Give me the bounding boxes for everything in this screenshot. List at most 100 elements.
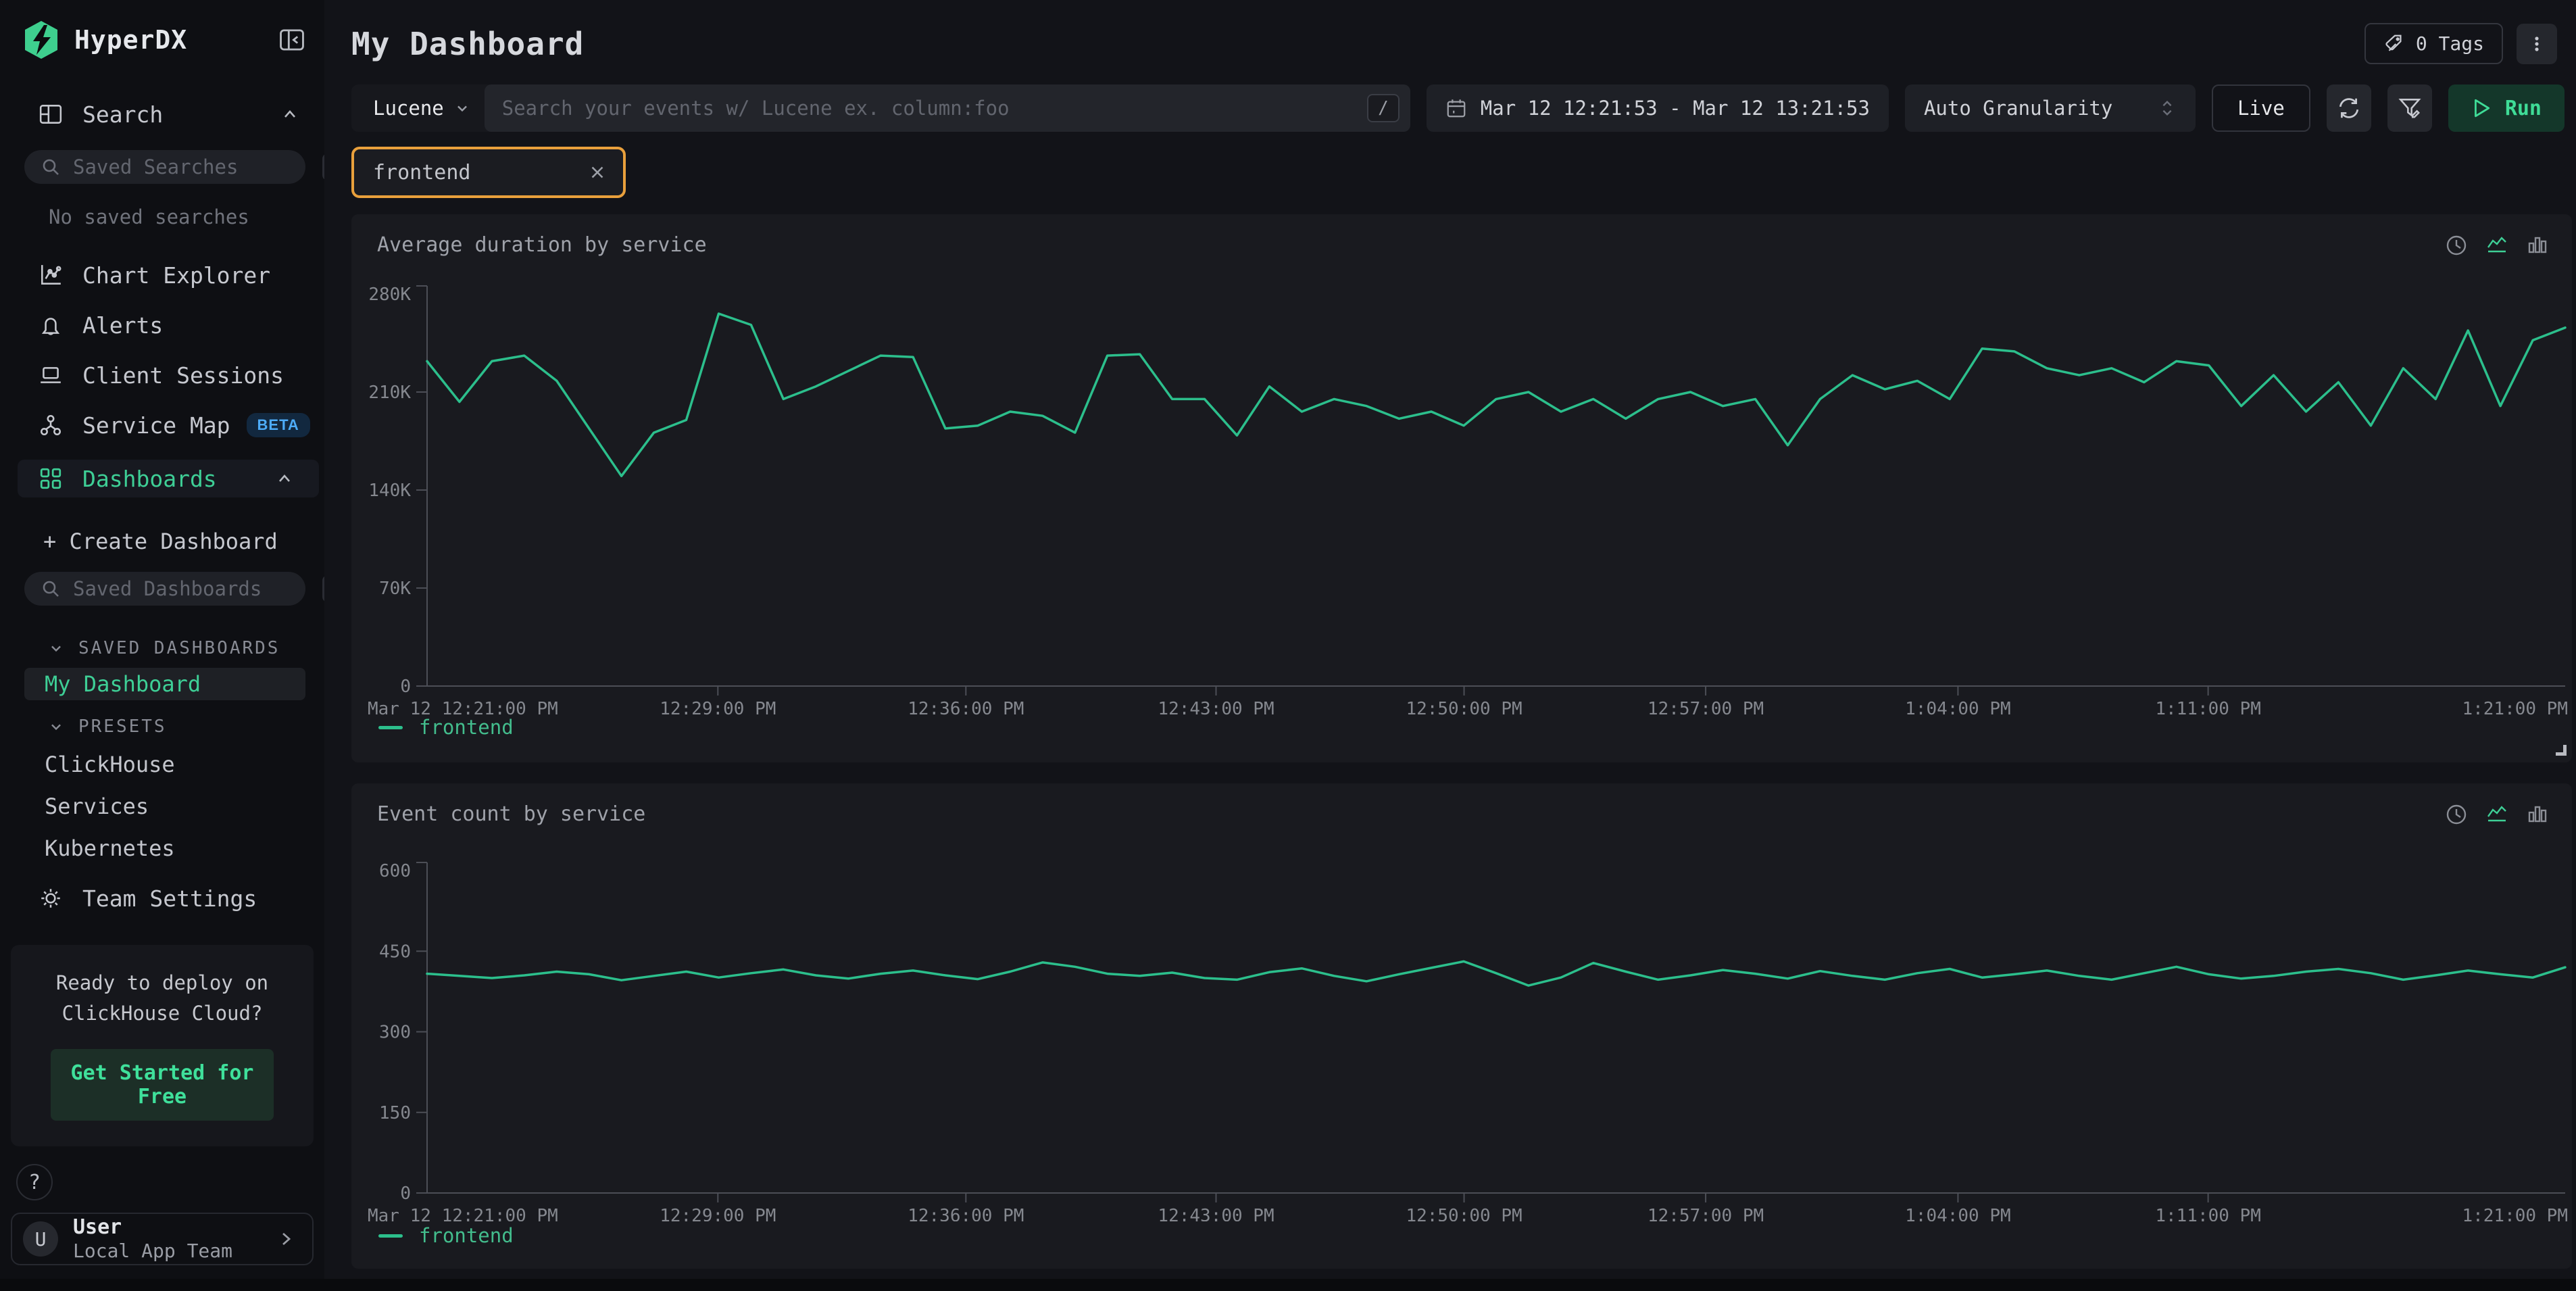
sidebar-item-team-settings[interactable]: Team Settings <box>0 881 324 915</box>
granularity-select[interactable]: Auto Granularity <box>1905 84 2196 132</box>
chart-explorer-icon <box>38 263 64 287</box>
svg-text:12:43:00 PM: 12:43:00 PM <box>1158 1206 1274 1221</box>
clock-icon[interactable] <box>2445 234 2468 257</box>
laptop-icon <box>38 363 64 387</box>
no-saved-searches-text: No saved searches <box>0 205 324 228</box>
user-name: User <box>73 1215 232 1240</box>
dashboards-grid-icon <box>38 466 64 491</box>
search-inner: / <box>485 84 1410 132</box>
page-title: My Dashboard <box>351 26 584 62</box>
svg-text:280K: 280K <box>368 285 411 305</box>
svg-text:12:50:00 PM: 12:50:00 PM <box>1406 1206 1522 1221</box>
svg-text:12:50:00 PM: 12:50:00 PM <box>1406 699 1522 718</box>
clock-icon[interactable] <box>2445 803 2468 826</box>
time-range-value: Mar 12 12:21:53 - Mar 12 13:21:53 <box>1481 97 1870 120</box>
chart-title: Event count by service <box>377 802 645 826</box>
sidebar-item-label: Client Sessions <box>82 362 284 389</box>
legend-item-frontend[interactable]: frontend <box>378 716 514 739</box>
kebab-menu-icon <box>2527 34 2547 54</box>
search-section-icon <box>38 102 64 126</box>
svg-text:1:11:00 PM: 1:11:00 PM <box>2155 699 2261 718</box>
search-input[interactable] <box>502 97 1367 120</box>
svg-text:1:21:00 PM: 1:21:00 PM <box>2462 699 2568 718</box>
get-started-button[interactable]: Get Started for Free <box>51 1049 274 1121</box>
avatar: U <box>23 1221 58 1257</box>
close-icon[interactable] <box>587 162 608 183</box>
chevron-down-icon <box>453 99 471 117</box>
search-combo: Lucene / <box>351 84 1410 132</box>
saved-dashboards-input[interactable] <box>73 577 322 600</box>
filter-button[interactable] <box>2387 84 2432 132</box>
saved-searches-search[interactable]: ⌘ K <box>24 150 305 184</box>
live-button[interactable]: Live <box>2212 84 2310 132</box>
sidebar-item-label: Chart Explorer <box>82 262 270 289</box>
tags-button[interactable]: 0 Tags <box>2364 23 2503 64</box>
sidebar-item-service-map[interactable]: Service Map BETA <box>0 408 324 442</box>
clickhouse-cloud-promo: Ready to deploy on ClickHouse Cloud? Get… <box>11 945 314 1146</box>
sidebar-item-my-dashboard[interactable]: My Dashboard <box>24 668 305 700</box>
sidebar-item-search[interactable]: Search <box>0 97 324 131</box>
resize-handle[interactable] <box>2556 745 2567 756</box>
gear-icon <box>38 886 64 910</box>
language-select[interactable]: Lucene <box>351 97 485 120</box>
page-header: My Dashboard 0 Tags <box>324 0 2576 64</box>
chart-card-duration: Average duration by service 280K210K140K… <box>351 214 2572 762</box>
chevron-up-icon[interactable] <box>274 468 295 489</box>
search-icon <box>41 157 61 177</box>
section-saved-dashboards[interactable]: SAVED DASHBOARDS <box>0 638 324 658</box>
help-button[interactable]: ? <box>16 1164 53 1200</box>
more-options-button[interactable] <box>2517 24 2557 64</box>
sidebar-item-label: Alerts <box>82 312 163 339</box>
svg-text:12:36:00 PM: 12:36:00 PM <box>908 699 1024 718</box>
legend-swatch <box>378 726 403 729</box>
svg-text:1:11:00 PM: 1:11:00 PM <box>2155 1206 2261 1221</box>
collapse-sidebar-icon[interactable] <box>278 26 305 53</box>
active-filters: frontend <box>351 147 2576 198</box>
svg-text:12:29:00 PM: 12:29:00 PM <box>660 1206 776 1221</box>
section-presets[interactable]: PRESETS <box>0 716 324 737</box>
svg-text:12:36:00 PM: 12:36:00 PM <box>908 1206 1024 1221</box>
sidebar-item-clickhouse[interactable]: ClickHouse <box>0 752 324 777</box>
section-label: PRESETS <box>78 716 167 737</box>
chevrons-updown-icon <box>2158 99 2177 118</box>
filter-edit-icon <box>2398 96 2422 120</box>
time-range-picker[interactable]: Mar 12 12:21:53 - Mar 12 13:21:53 <box>1427 84 1889 132</box>
hyperdx-logo-icon <box>23 20 59 59</box>
line-chart-icon[interactable] <box>2485 234 2508 257</box>
sidebar-item-chart-explorer[interactable]: Chart Explorer <box>0 258 324 292</box>
duration-chart-plot[interactable]: 280K210K140K70K0Mar 12 12:21:00 PM12:29:… <box>351 279 2572 718</box>
sidebar-item-kubernetes[interactable]: Kubernetes <box>0 835 324 861</box>
main-content: My Dashboard 0 Tags Lucene <box>324 0 2576 1279</box>
sidebar-item-services[interactable]: Services <box>0 794 324 819</box>
section-label: SAVED DASHBOARDS <box>78 638 280 658</box>
slash-shortcut: / <box>1367 94 1400 122</box>
create-dashboard-button[interactable]: + Create Dashboard <box>0 529 324 554</box>
refresh-button[interactable] <box>2327 84 2371 132</box>
sidebar-item-label: Team Settings <box>82 885 257 912</box>
legend-item-frontend[interactable]: frontend <box>378 1224 514 1247</box>
event-count-chart-plot[interactable]: 6004503001500Mar 12 12:21:00 PM12:29:00 … <box>351 851 2572 1221</box>
saved-searches-input[interactable] <box>73 155 322 178</box>
bell-icon <box>38 313 64 337</box>
filter-chip-frontend[interactable]: frontend <box>351 147 626 198</box>
bar-chart-icon[interactable] <box>2526 803 2549 826</box>
sidebar-item-alerts[interactable]: Client Sessions Alerts <box>0 308 324 342</box>
chevron-up-icon[interactable] <box>280 104 300 124</box>
svg-text:12:57:00 PM: 12:57:00 PM <box>1648 1206 1764 1221</box>
sidebar-item-client-sessions[interactable]: Client Sessions <box>0 358 324 392</box>
tags-label: 0 Tags <box>2416 32 2484 55</box>
question-mark-icon: ? <box>28 1171 41 1194</box>
chevron-down-icon <box>47 639 65 657</box>
svg-text:1:04:00 PM: 1:04:00 PM <box>1905 1206 2011 1221</box>
legend-label: frontend <box>419 1224 514 1247</box>
saved-dashboards-search[interactable]: ⌘ K <box>24 572 305 606</box>
brand-title: HyperDX <box>74 25 187 55</box>
line-chart-icon[interactable] <box>2485 803 2508 826</box>
run-button[interactable]: Run <box>2448 84 2565 132</box>
sidebar-item-dashboards[interactable]: Dashboards <box>18 460 319 497</box>
svg-text:0: 0 <box>400 677 411 697</box>
chart-card-event-count: Event count by service 6004503001500Mar … <box>351 783 2572 1269</box>
bar-chart-icon[interactable] <box>2526 234 2549 257</box>
user-menu[interactable]: U User Local App Team <box>11 1213 314 1265</box>
svg-text:450: 450 <box>379 942 411 962</box>
